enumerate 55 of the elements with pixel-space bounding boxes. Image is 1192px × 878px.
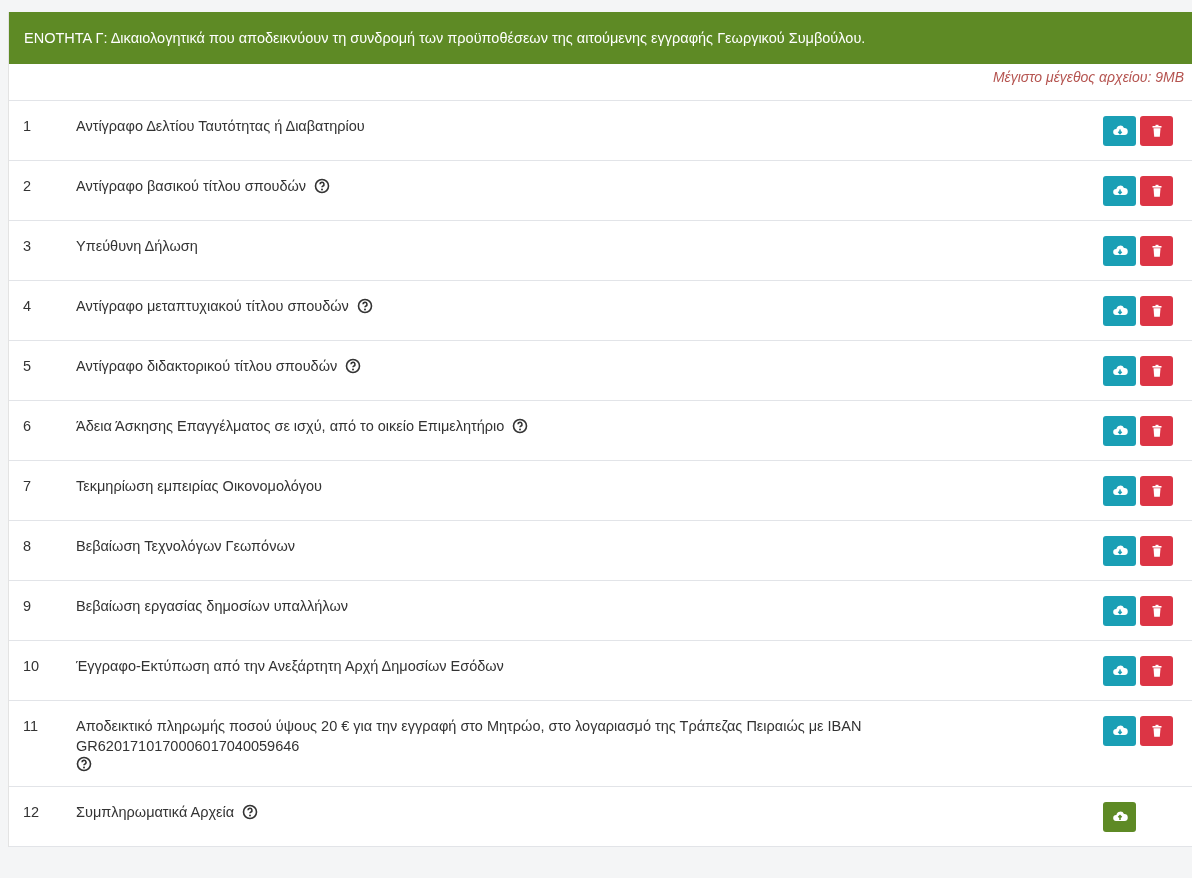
row-number: 7: [22, 477, 33, 496]
upload-button[interactable]: [1103, 476, 1136, 506]
delete-button[interactable]: [1140, 536, 1173, 566]
upload-button[interactable]: [1103, 416, 1136, 446]
document-label: Τεκμηρίωση εμπειρίας Οικονομολόγου: [76, 477, 323, 496]
upload-button[interactable]: [1103, 716, 1136, 746]
help-icon[interactable]: [76, 756, 92, 772]
row-number: 2: [22, 177, 33, 196]
delete-button[interactable]: [1140, 596, 1173, 626]
delete-button[interactable]: [1140, 116, 1173, 146]
row-number: 6: [22, 417, 33, 436]
upload-button[interactable]: [1103, 296, 1136, 326]
upload-button[interactable]: [1103, 536, 1136, 566]
upload-button[interactable]: [1103, 656, 1136, 686]
row-number: 10: [22, 657, 41, 676]
row-number: 12: [22, 803, 41, 822]
upload-button[interactable]: [1103, 176, 1136, 206]
delete-button[interactable]: [1140, 176, 1173, 206]
upload-button[interactable]: [1103, 236, 1136, 266]
document-label: Αντίγραφο βασικού τίτλου σπουδών: [76, 177, 307, 196]
delete-button[interactable]: [1140, 476, 1173, 506]
delete-button[interactable]: [1140, 416, 1173, 446]
upload-button[interactable]: [1103, 116, 1136, 146]
help-icon[interactable]: [512, 418, 529, 434]
help-icon[interactable]: [314, 178, 331, 194]
help-icon[interactable]: [356, 298, 373, 314]
row-number: 4: [22, 297, 33, 316]
upload-button[interactable]: [1103, 596, 1136, 626]
document-label: Υπεύθυνη Δήλωση: [76, 237, 198, 256]
row-number: 9: [22, 597, 33, 616]
document-label: Έγγραφο-Εκτύπωση από την Ανεξάρτητη Αρχή Δημοσίων Εσόδων: [76, 657, 504, 676]
row-number: 1: [22, 117, 33, 136]
upload-button[interactable]: [1103, 802, 1136, 832]
document-label: Βεβαίωση Τεχνολόγων Γεωπόνων: [76, 537, 295, 556]
document-label: Αποδεικτικό πληρωμής ποσού ύψους 20 € για την εγγραφή στο Μητρώο, στο λογαριασμό της Τράπεζας Πειραιώς με IBAN GR6201710170006017040059646: [76, 717, 863, 756]
row-number: 11: [22, 717, 40, 736]
delete-button[interactable]: [1140, 716, 1173, 746]
delete-button[interactable]: [1140, 656, 1173, 686]
delete-button[interactable]: [1140, 236, 1173, 266]
row-number: 8: [22, 537, 33, 556]
document-label: Αντίγραφο διδακτορικού τίτλου σπουδών: [76, 357, 338, 376]
document-label: Άδεια Άσκησης Επαγγέλματος σε ισχύ, από το οικείο Επιμελητήριο: [76, 417, 505, 436]
help-icon[interactable]: [345, 358, 362, 374]
document-label: Αντίγραφο Δελτίου Ταυτότητας ή Διαβατηρίου: [76, 117, 365, 136]
delete-button[interactable]: [1140, 356, 1173, 386]
row-number: 5: [22, 357, 33, 376]
document-label: Συμπληρωματικά Αρχεία: [76, 803, 235, 822]
upload-button[interactable]: [1103, 356, 1136, 386]
delete-button[interactable]: [1140, 296, 1173, 326]
max-file-size-note: Μέγιστο μέγεθος αρχείου: 9MB: [992, 69, 1184, 87]
document-label: Αντίγραφο μεταπτυχιακού τίτλου σπουδών: [76, 297, 349, 316]
help-icon[interactable]: [242, 804, 259, 820]
document-label: Βεβαίωση εργασίας δημοσίων υπαλλήλων: [76, 597, 348, 616]
row-number: 3: [22, 237, 33, 256]
section-title: ΕΝΟΤΗΤΑ Γ: Δικαιολογητικά που αποδεικνύουν τη συνδρομή των προϋποθέσεων της αιτούμενης εγγραφής Γεωργικού Συμβούλου.: [24, 30, 866, 46]
